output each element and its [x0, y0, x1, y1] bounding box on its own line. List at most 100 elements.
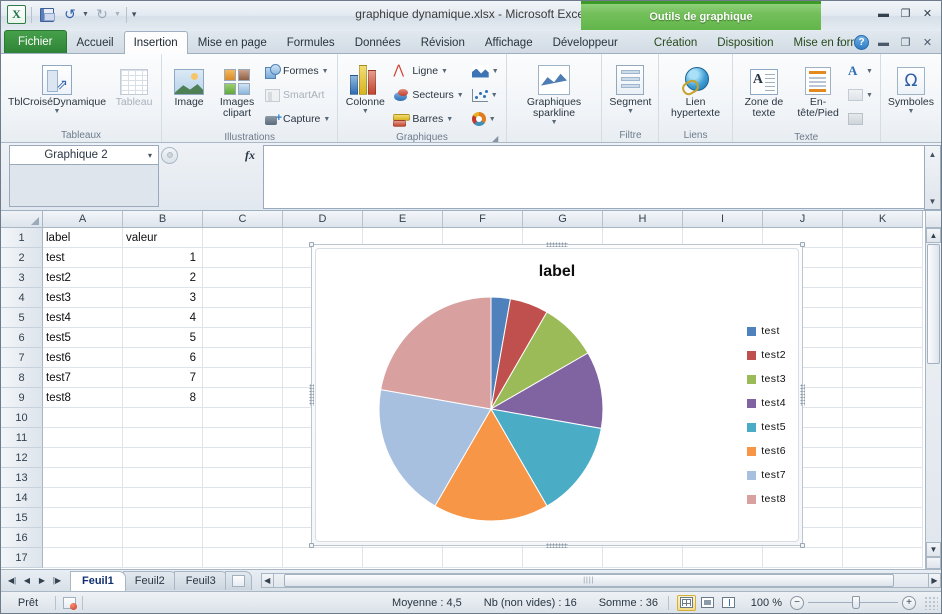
cell-B9[interactable]: 8	[123, 388, 203, 408]
column-header-H[interactable]: H	[603, 211, 683, 228]
cell-K7[interactable]	[843, 348, 923, 368]
row-header-1[interactable]: 1	[1, 228, 43, 248]
sheet-nav-next[interactable]: ▶	[35, 573, 49, 589]
tab-affichage[interactable]: Affichage	[475, 31, 543, 53]
legend-item[interactable]: test8	[747, 487, 786, 511]
cell-A3[interactable]: test2	[43, 268, 123, 288]
row-header-17[interactable]: 17	[1, 548, 43, 568]
tab-formules[interactable]: Formules	[277, 31, 345, 53]
row-header-3[interactable]: 3	[1, 268, 43, 288]
cell-B12[interactable]	[123, 448, 203, 468]
cell-K15[interactable]	[843, 508, 923, 528]
area-chart-button[interactable]: ▼	[469, 59, 502, 83]
undo-button[interactable]: ↺	[60, 5, 80, 24]
vertical-scrollbar[interactable]: ▲ ▼	[925, 228, 941, 569]
vscroll-split-handle[interactable]	[926, 557, 941, 569]
tab-accueil[interactable]: Accueil	[67, 31, 124, 53]
book-close-icon[interactable]: ✕	[920, 35, 935, 50]
chart-handle-top[interactable]	[546, 242, 568, 247]
symbols-button[interactable]: Ω Symboles ▼	[885, 59, 937, 115]
cell-B3[interactable]: 2	[123, 268, 203, 288]
cell-A8[interactable]: test7	[43, 368, 123, 388]
cell-K4[interactable]	[843, 288, 923, 308]
pie-chart-plot[interactable]	[326, 291, 656, 531]
column-header-E[interactable]: E	[363, 211, 443, 228]
signature-dropdown-icon[interactable]: ▼	[866, 92, 873, 99]
cell-A17[interactable]	[43, 548, 123, 568]
shapes-dropdown-icon[interactable]: ▼	[322, 68, 329, 75]
row-header-7[interactable]: 7	[1, 348, 43, 368]
cell-C14[interactable]	[203, 488, 283, 508]
cell-K5[interactable]	[843, 308, 923, 328]
cell-K6[interactable]	[843, 328, 923, 348]
save-button[interactable]	[37, 5, 57, 24]
formula-scroll-up-icon[interactable]: ▲	[925, 146, 940, 162]
sparkline-dropdown-icon[interactable]: ▼	[551, 119, 558, 126]
cell-K12[interactable]	[843, 448, 923, 468]
excel-logo-icon[interactable]: X	[7, 5, 26, 24]
sheet-tab-feuil3[interactable]: Feuil3	[173, 571, 228, 590]
hscroll-thumb[interactable]: ||||	[283, 574, 894, 587]
sheet-tab-feuil2[interactable]: Feuil2	[122, 571, 177, 590]
cell-C1[interactable]	[203, 228, 283, 248]
line-chart-dropdown-icon[interactable]: ▼	[441, 68, 448, 75]
cell-B15[interactable]	[123, 508, 203, 528]
row-header-14[interactable]: 14	[1, 488, 43, 508]
row-header-6[interactable]: 6	[1, 328, 43, 348]
pie-chart-button[interactable]: Secteurs ▼	[390, 83, 466, 107]
legend-item[interactable]: test5	[747, 415, 786, 439]
pie-slice-test8[interactable]	[380, 296, 492, 410]
zoom-in-button[interactable]: +	[902, 595, 916, 610]
column-header-K[interactable]: K	[843, 211, 923, 228]
legend-item[interactable]: test	[747, 319, 786, 343]
row-header-13[interactable]: 13	[1, 468, 43, 488]
row-header-9[interactable]: 9	[1, 388, 43, 408]
hscroll-right-button[interactable]: ▶	[928, 573, 941, 588]
column-chart-dropdown-icon[interactable]: ▼	[362, 108, 369, 115]
cell-A1[interactable]: label	[43, 228, 123, 248]
cell-C8[interactable]	[203, 368, 283, 388]
cell-C3[interactable]	[203, 268, 283, 288]
cell-B4[interactable]: 3	[123, 288, 203, 308]
smartart-button[interactable]: SmartArt	[262, 83, 333, 107]
column-header-A[interactable]: A	[43, 211, 123, 228]
row-header-5[interactable]: 5	[1, 308, 43, 328]
cell-A13[interactable]	[43, 468, 123, 488]
cell-B2[interactable]: 1	[123, 248, 203, 268]
cell-C6[interactable]	[203, 328, 283, 348]
legend-item[interactable]: test2	[747, 343, 786, 367]
doughnut-chart-button[interactable]: ▼	[469, 107, 502, 131]
insert-sheet-tab[interactable]	[224, 571, 252, 590]
legend-item[interactable]: test7	[747, 463, 786, 487]
tab-disposition[interactable]: Disposition	[707, 31, 783, 53]
pivot-table-button[interactable]: TblCroiséDynamique ▼	[5, 59, 109, 115]
tab-developpeur[interactable]: Développeur	[543, 31, 628, 53]
textbox-button[interactable]: A Zone de texte	[737, 59, 792, 119]
page-layout-view-button[interactable]	[698, 595, 717, 611]
cell-K11[interactable]	[843, 428, 923, 448]
row-header-15[interactable]: 15	[1, 508, 43, 528]
cell-B1[interactable]: valeur	[123, 228, 203, 248]
cell-B8[interactable]: 7	[123, 368, 203, 388]
column-header-G[interactable]: G	[523, 211, 603, 228]
cell-grid[interactable]: label valeur test 1 test2 2 test3 3 test4 4 test5 5…	[43, 228, 925, 569]
row-header-11[interactable]: 11	[1, 428, 43, 448]
cell-J17[interactable]	[763, 548, 843, 568]
cell-G17[interactable]	[523, 548, 603, 568]
row-header-4[interactable]: 4	[1, 288, 43, 308]
cell-B10[interactable]	[123, 408, 203, 428]
formula-toggle-button[interactable]	[161, 146, 178, 164]
slicer-dropdown-icon[interactable]: ▼	[627, 108, 634, 115]
symbols-dropdown-icon[interactable]: ▼	[907, 108, 914, 115]
cell-A10[interactable]	[43, 408, 123, 428]
cell-C5[interactable]	[203, 308, 283, 328]
cell-K1[interactable]	[843, 228, 923, 248]
vscroll-track[interactable]	[926, 365, 941, 542]
undo-dropdown-icon[interactable]: ▼	[82, 11, 89, 18]
cell-F17[interactable]	[443, 548, 523, 568]
cell-A16[interactable]	[43, 528, 123, 548]
cell-B16[interactable]	[123, 528, 203, 548]
zoom-slider-thumb[interactable]	[852, 596, 860, 609]
vscroll-up-button[interactable]: ▲	[926, 228, 941, 243]
row-header-10[interactable]: 10	[1, 408, 43, 428]
